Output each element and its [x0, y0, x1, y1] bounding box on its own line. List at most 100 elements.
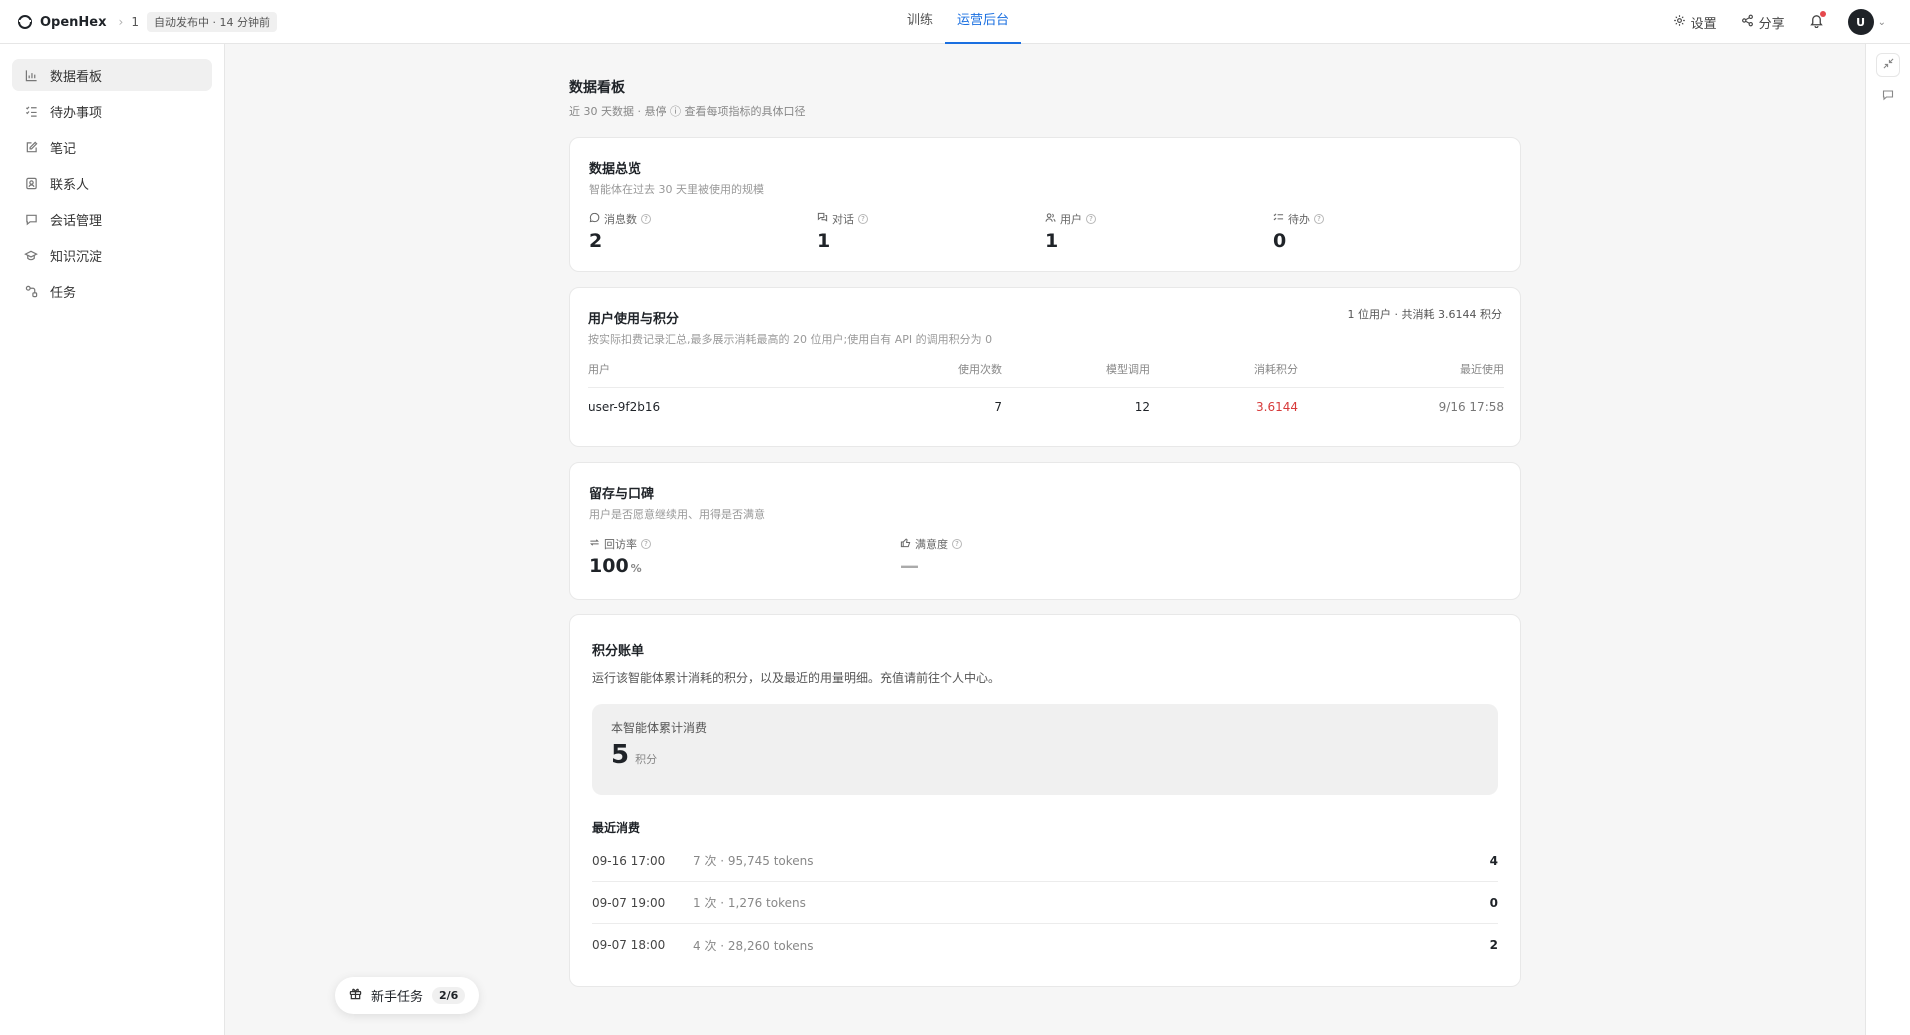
help-icon[interactable]: ? — [641, 214, 651, 224]
sidebar: 数据看板 待办事项 笔记 联系人 会话管理 知识沉淀 任务 — [0, 44, 225, 1035]
stat-value: 1 — [1045, 230, 1059, 252]
cell-model-calls: 12 — [1134, 400, 1150, 414]
retention-subtitle: 用户是否愿意继续用、用得是否满意 — [589, 508, 765, 521]
spend-amount: 2 — [1489, 938, 1498, 952]
help-icon[interactable]: ? — [858, 214, 868, 224]
tab-operations[interactable]: 运营后台 — [945, 0, 1022, 44]
overview-title: 数据总览 — [589, 162, 642, 177]
cell-uses: 7 — [994, 400, 1002, 414]
usage-card: 用户使用与积分 按实际扣费记录汇总,最多展示消耗最高的 20 位用户;使用自有 … — [569, 287, 1521, 447]
brand-name[interactable]: OpenHex — [40, 15, 107, 30]
top-actions: 设置 分享 U ⌄ — [1673, 9, 1886, 35]
checklist-icon — [24, 104, 38, 118]
sidebar-item-label: 知识沉淀 — [50, 249, 103, 265]
share-button[interactable]: 分享 — [1741, 13, 1785, 32]
contact-card-icon — [24, 176, 38, 190]
onboarding-label: 新手任务 — [371, 990, 424, 1005]
stat-unit: % — [630, 562, 642, 575]
sidebar-item-sessions[interactable]: 会话管理 — [12, 203, 212, 235]
openhex-logo-icon — [18, 15, 32, 29]
column-header-points[interactable]: 消耗积分 — [1150, 361, 1298, 388]
help-icon[interactable]: ? — [952, 539, 962, 549]
retention-card: 留存与口碑 用户是否愿意继续用、用得是否满意 回访率 ? 100% 满意度 ? … — [569, 462, 1521, 600]
column-header-user[interactable]: 用户 — [588, 361, 888, 388]
column-header-uses[interactable]: 使用次数 — [888, 361, 1002, 388]
share-label: 分享 — [1758, 16, 1785, 32]
page-subtitle: 近 30 天数据 · 悬停 ⓘ 查看每项指标的具体口径 — [569, 105, 806, 118]
breadcrumb: OpenHex › 1 自动发布中 · 14 分钟前 — [18, 12, 277, 32]
gear-icon — [1673, 14, 1686, 31]
sidebar-item-label: 待办事项 — [50, 105, 103, 121]
onboarding-button[interactable]: 新手任务 2/6 — [335, 977, 480, 1014]
stat-value: 1 — [817, 230, 831, 252]
comments-button[interactable] — [1876, 85, 1900, 109]
stat-value: 2 — [589, 230, 603, 252]
list-item: 09-07 19:00 1 次 · 1,276 tokens 0 — [592, 882, 1498, 924]
conversation-icon — [817, 212, 828, 226]
publish-status-badge: 自动发布中 · 14 分钟前 — [146, 12, 277, 32]
account-menu[interactable]: U ⌄ — [1847, 9, 1886, 35]
spend-detail: 4 次 · 28,260 tokens — [693, 938, 814, 953]
column-header-last-used[interactable]: 最近使用 — [1298, 361, 1504, 388]
table-row[interactable]: user-9f2b16 7 12 3.6144 9/16 17:58 — [588, 388, 1504, 414]
sidebar-item-knowledge[interactable]: 知识沉淀 — [12, 239, 212, 271]
stat-label: 对话 — [832, 213, 854, 226]
stat-value: 0 — [1273, 230, 1287, 252]
comment-icon — [1882, 89, 1894, 105]
help-icon[interactable]: ? — [641, 539, 651, 549]
column-header-model-calls[interactable]: 模型调用 — [1002, 361, 1150, 388]
right-rail — [1865, 44, 1910, 1035]
cell-points: 3.6144 — [1256, 400, 1298, 414]
spend-time: 09-07 19:00 — [592, 895, 666, 910]
repeat-icon — [589, 537, 600, 551]
billing-subtitle: 运行该智能体累计消耗的积分，以及最近的用量明细。充值请前往个人中心。 — [592, 671, 1001, 685]
sidebar-item-label: 联系人 — [50, 177, 90, 193]
settings-button[interactable]: 设置 — [1673, 13, 1717, 32]
sidebar-item-todos[interactable]: 待办事项 — [12, 95, 212, 127]
retention-title: 留存与口碑 — [589, 487, 655, 502]
spend-time: 09-16 17:00 — [592, 853, 666, 868]
recent-spend-title: 最近消费 — [592, 821, 641, 835]
onboarding-progress: 2/6 — [432, 987, 466, 1004]
spend-detail: 1 次 · 1,276 tokens — [693, 896, 806, 910]
chat-bubble-icon — [24, 212, 38, 226]
stat-label: 待办 — [1288, 213, 1310, 226]
gift-icon — [349, 987, 362, 1004]
breadcrumb-separator-icon: › — [118, 15, 124, 29]
workflow-icon — [24, 284, 38, 298]
notifications-button[interactable] — [1809, 10, 1826, 32]
spend-amount: 4 — [1489, 853, 1498, 868]
spend-detail: 7 次 · 95,745 tokens — [693, 854, 814, 868]
overview-stats: 消息数 ? 2 对话 ? 1 用户 ? 1 待办 ? 0 — [589, 211, 1501, 252]
page-header: 数据看板 近 30 天数据 · 悬停 ⓘ 查看每项指标的具体口径 — [569, 77, 805, 119]
sidebar-item-dashboard[interactable]: 数据看板 — [12, 59, 212, 91]
usage-summary: 1 位用户 · 共消耗 3.6144 积分 — [1347, 308, 1502, 321]
overview-subtitle: 智能体在过去 30 天里被使用的规模 — [589, 183, 764, 196]
sidebar-item-label: 会话管理 — [50, 213, 103, 229]
main-content: 数据看板 近 30 天数据 · 悬停 ⓘ 查看每项指标的具体口径 数据总览 智能… — [226, 44, 1864, 1035]
overview-card: 数据总览 智能体在过去 30 天里被使用的规模 消息数 ? 2 对话 ? 1 用… — [569, 137, 1521, 272]
thumbs-up-icon — [900, 537, 911, 551]
collapse-icon — [1883, 58, 1894, 73]
stat-label: 满意度 — [915, 538, 948, 551]
bar-chart-icon — [24, 68, 38, 82]
total-spend-panel: 本智能体累计消费 5 积分 — [592, 704, 1498, 795]
sidebar-item-notes[interactable]: 笔记 — [12, 131, 212, 163]
spend-amount: 0 — [1489, 895, 1498, 910]
retention-stats: 回访率 ? 100% 满意度 ? — — [589, 536, 1501, 577]
sidebar-item-contacts[interactable]: 联系人 — [12, 167, 212, 199]
list-item: 09-07 18:00 4 次 · 28,260 tokens 2 — [592, 924, 1498, 966]
page-title: 数据看板 — [569, 80, 625, 96]
cell-user: user-9f2b16 — [588, 400, 661, 414]
stat-label: 用户 — [1060, 213, 1082, 226]
breadcrumb-version[interactable]: 1 — [131, 15, 139, 29]
sidebar-item-label: 数据看板 — [50, 69, 103, 85]
sidebar-item-tasks[interactable]: 任务 — [12, 275, 212, 307]
collapse-button[interactable] — [1876, 53, 1900, 77]
tab-training[interactable]: 训练 — [895, 0, 945, 44]
stat-label: 消息数 — [604, 213, 637, 226]
total-spend-label: 本智能体累计消费 — [611, 721, 708, 735]
help-icon[interactable]: ? — [1086, 214, 1096, 224]
stat-label: 回访率 — [604, 538, 637, 551]
help-icon[interactable]: ? — [1314, 214, 1324, 224]
